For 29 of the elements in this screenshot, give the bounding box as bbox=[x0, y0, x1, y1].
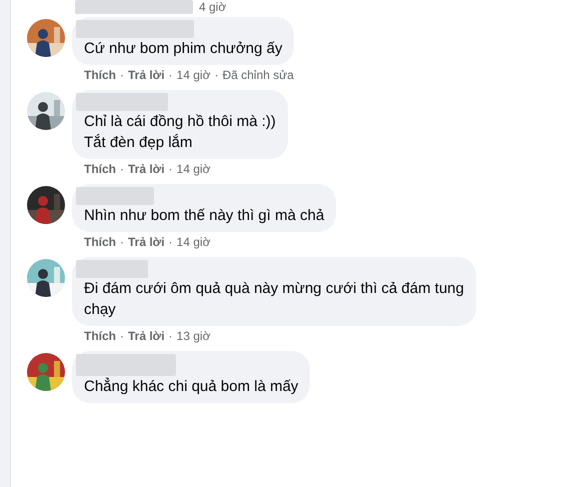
comment-time: 13 giờ bbox=[176, 329, 210, 344]
comment-time: 4 giờ bbox=[199, 0, 226, 14]
separator-dot: · bbox=[168, 68, 173, 83]
reply-link[interactable]: Trả lời bbox=[128, 329, 165, 344]
comment-time: 14 giờ bbox=[176, 68, 210, 83]
like-link[interactable]: Thích bbox=[84, 68, 116, 83]
separator-dot: · bbox=[168, 162, 173, 177]
reply-link[interactable]: Trả lời bbox=[128, 235, 165, 250]
reply-link[interactable]: Trả lời bbox=[128, 162, 165, 177]
separator-dot: · bbox=[120, 329, 124, 344]
separator-dot: · bbox=[120, 235, 124, 250]
separator-dot: · bbox=[214, 68, 218, 83]
comment-time: 14 giờ bbox=[176, 235, 210, 250]
separator-dot: · bbox=[120, 68, 124, 83]
separator-dot: · bbox=[168, 235, 173, 250]
separator-dot: · bbox=[120, 162, 124, 177]
separator-dot: · bbox=[168, 329, 173, 344]
comment-text: Cứ như bom phim chưởng ấy bbox=[83, 39, 282, 59]
like-link[interactable]: Thích bbox=[84, 235, 116, 250]
comment-text: Đi đám cưới ôm quả quà này mừng cưới thì cả đám tung chạy bbox=[83, 279, 464, 320]
like-link[interactable]: Thích bbox=[84, 329, 116, 344]
redacted-name bbox=[76, 260, 148, 278]
comment-time: 14 giờ bbox=[176, 162, 210, 177]
comment-text: Chỉ là cái đồng hồ thôi mà :)) Tắt đèn đẹp lắm bbox=[83, 112, 276, 153]
edited-label: Đã chỉnh sửa bbox=[222, 68, 294, 83]
comment-text: Chẳng khác chi quả bom là mấy bbox=[83, 376, 298, 397]
comment-text: Nhìn như bom thế này thì gì mà chả bbox=[83, 206, 324, 226]
reply-link[interactable]: Trả lời bbox=[128, 68, 165, 83]
like-link[interactable]: Thích bbox=[84, 162, 116, 177]
